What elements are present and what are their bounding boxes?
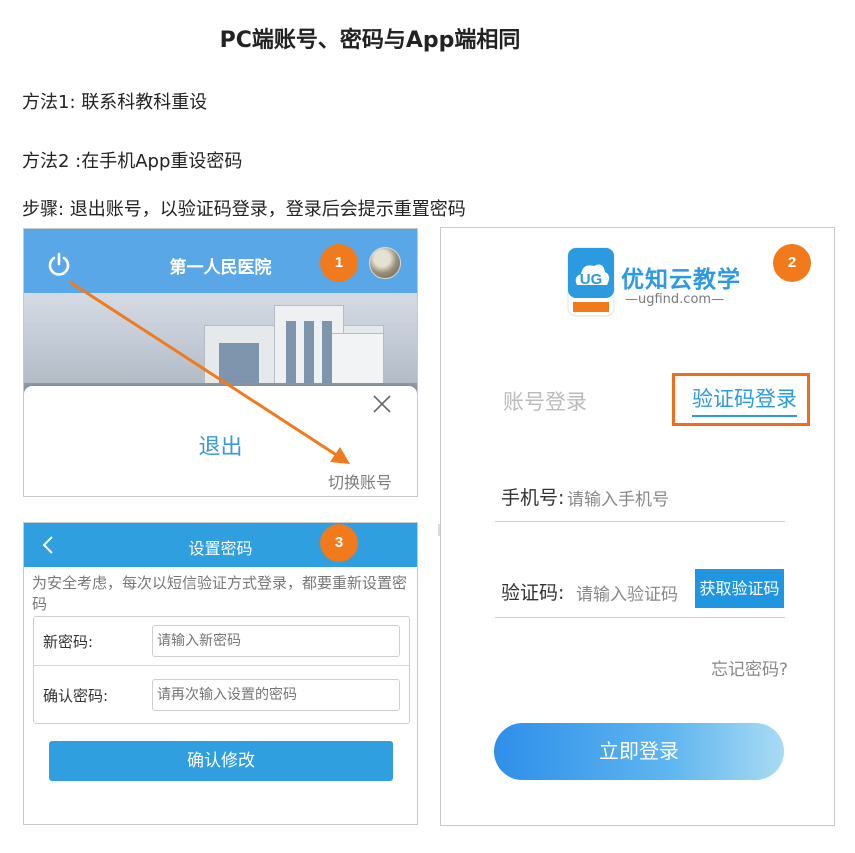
tab-code-login[interactable]: 验证码登录 xyxy=(692,383,797,417)
confirm-password-input[interactable] xyxy=(152,679,400,711)
phone-underline xyxy=(495,521,785,522)
code-label: 验证码: xyxy=(501,582,565,604)
set-password-title: 设置密码 xyxy=(188,539,253,558)
steps-text: 步骤: 退出账号，以验证码登录，登录后会提示重置密码 xyxy=(22,199,466,220)
code-input[interactable]: 请输入验证码 xyxy=(576,580,678,605)
step-badge-3: 3 xyxy=(320,524,358,562)
form-divider xyxy=(34,665,409,666)
brand-name: 优知云教学 xyxy=(621,266,741,293)
new-password-label: 新密码: xyxy=(43,633,94,651)
new-password-input[interactable] xyxy=(152,625,400,657)
method-1-text: 方法1: 联系科教科重设 xyxy=(22,92,208,113)
password-form: 新密码: 确认密码: xyxy=(33,616,410,724)
ugfind-logo-icon: UG xyxy=(567,247,615,317)
avatar[interactable] xyxy=(369,247,401,279)
set-password-screenshot-panel: 设置密码 3 为安全考虑，每次以短信验证方式登录，都要重新设置密码 新密码: 确… xyxy=(23,522,418,825)
get-code-button[interactable]: 获取验证码 xyxy=(695,569,784,608)
step-badge-1: 1 xyxy=(320,244,358,282)
security-notice: 为安全考虑，每次以短信验证方式登录，都要重新设置密码 xyxy=(32,574,408,613)
switch-account-link[interactable]: 切换账号 xyxy=(328,469,392,493)
confirm-password-label: 确认密码: xyxy=(43,687,109,705)
step-badge-2: 2 xyxy=(773,244,811,282)
tab-account-login[interactable]: 账号登录 xyxy=(503,386,587,416)
confirm-change-button[interactable]: 确认修改 xyxy=(49,741,393,781)
code-login-screenshot-panel: UG 优知云教学 —ugfind.com— 2 账号登录 验证码登录 手机号: … xyxy=(440,227,835,826)
phone-input[interactable]: 请输入手机号 xyxy=(567,485,669,510)
forgot-password-link[interactable]: 忘记密码? xyxy=(711,655,788,680)
code-underline xyxy=(495,617,785,618)
page-title: PC端账号、密码与App端相同 xyxy=(219,28,521,53)
close-icon[interactable] xyxy=(370,392,394,416)
brand-domain: —ugfind.com— xyxy=(625,292,725,307)
phone-label: 手机号: xyxy=(501,487,565,509)
method-2-text: 方法2 :在手机App重设密码 xyxy=(22,151,243,172)
svg-text:UG: UG xyxy=(580,271,603,288)
login-button[interactable]: 立即登录 xyxy=(494,723,784,780)
logout-screenshot-panel: 第一人民医院 1 退出 切换账号 xyxy=(23,228,418,497)
hospital-title: 第一人民医院 xyxy=(169,258,272,278)
logout-button[interactable]: 退出 xyxy=(24,429,417,461)
